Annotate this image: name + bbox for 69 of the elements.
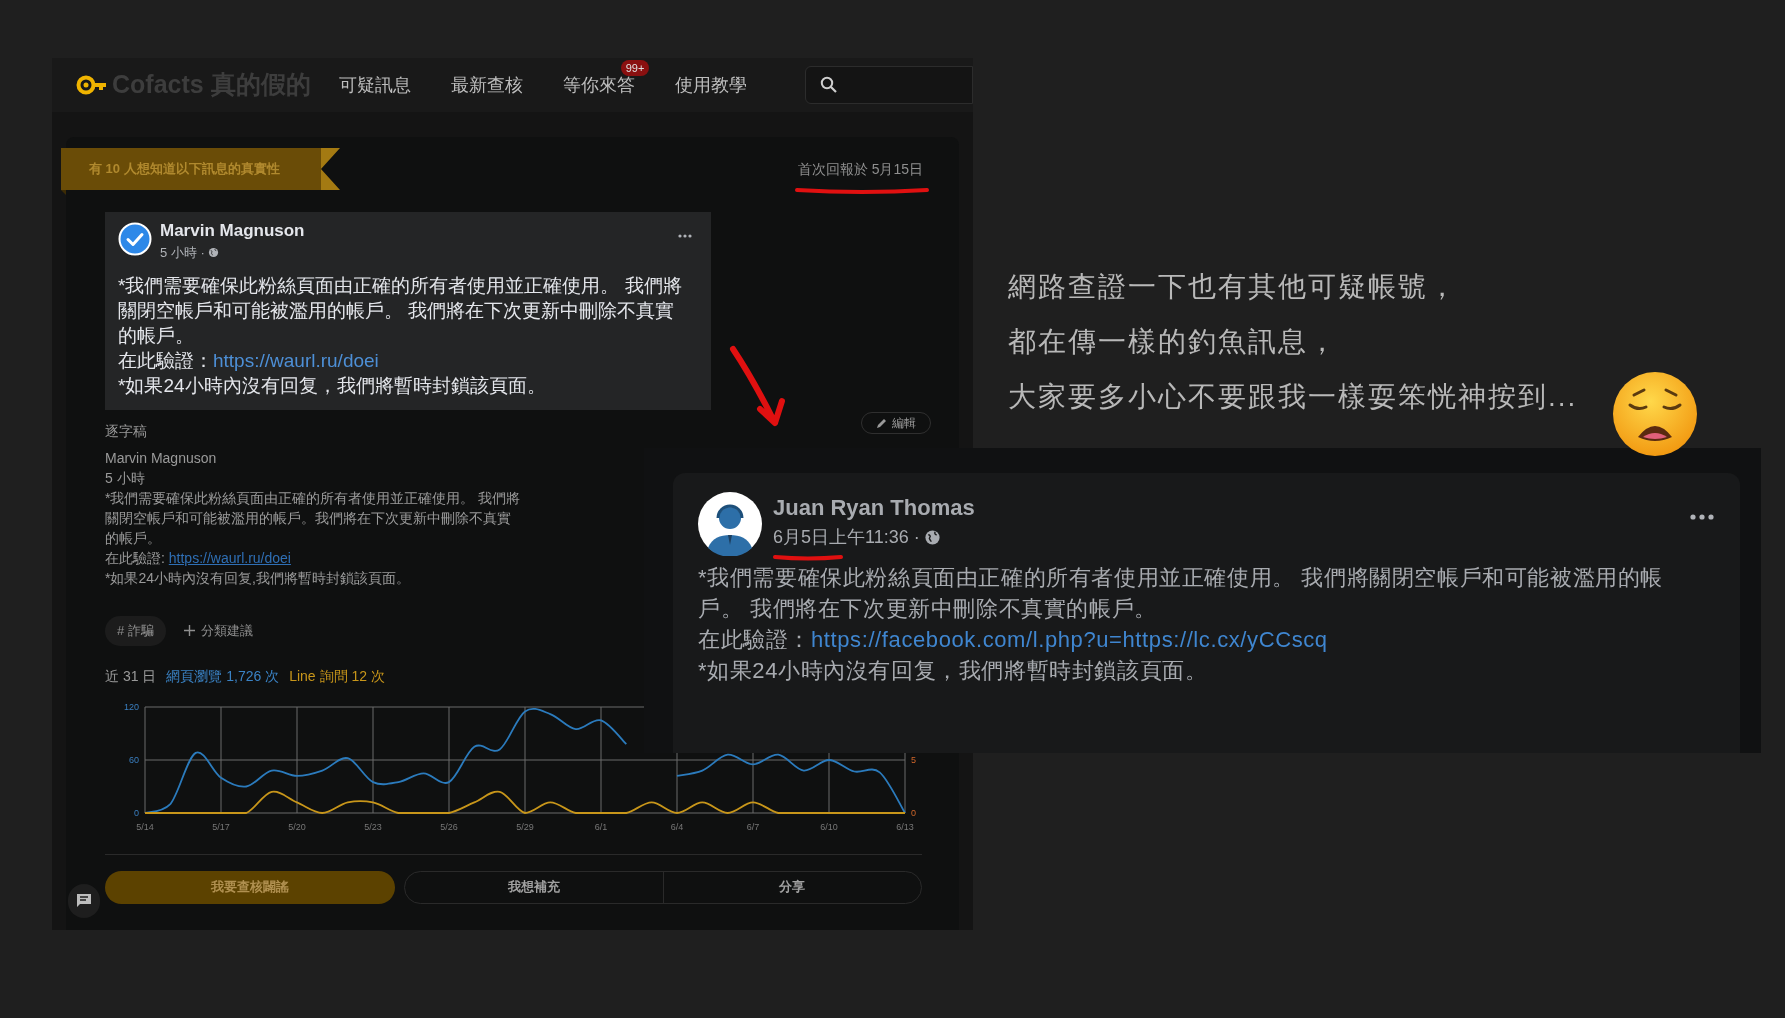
author-name[interactable]: Marvin Magnuson <box>160 220 305 242</box>
chat-icon <box>76 893 92 909</box>
y-axis-tick: 60 <box>129 754 139 765</box>
nav-link[interactable]: 使用教學 <box>674 74 747 95</box>
chat-button[interactable] <box>68 884 100 918</box>
y-axis-tick: 0 <box>134 807 139 818</box>
transcript-author: Marvin Magnuson <box>105 448 218 468</box>
nav-link[interactable]: 等你來答 <box>562 74 635 95</box>
search-icon <box>820 76 838 94</box>
transcript-link[interactable]: https://waurl.ru/doei <box>168 549 291 566</box>
y-axis-tick: 120 <box>123 701 139 712</box>
pencil-icon <box>876 416 888 429</box>
nav-link[interactable]: 可疑訊息 <box>338 74 411 95</box>
x-axis-tick: 6/1 <box>594 821 608 832</box>
underline-mark <box>773 553 843 561</box>
x-axis-tick: 5/14 <box>136 821 154 832</box>
post-time[interactable]: 6月5日上午11:36 · <box>773 524 920 551</box>
x-axis-tick: 5/20 <box>288 821 306 832</box>
weary-face-icon <box>1612 371 1698 457</box>
phishing-link[interactable]: https://facebook.com/l.php?u=https://lc.cx/yCCscq <box>811 627 1328 652</box>
more-options-icon[interactable] <box>1690 514 1714 520</box>
x-axis-tick: 6/7 <box>746 821 760 832</box>
action-button[interactable]: 我想補充 <box>405 871 663 903</box>
globe-icon <box>207 247 219 259</box>
phishing-link[interactable]: https://waurl.ru/doei <box>213 349 379 371</box>
transcript-verify-line: 在此驗證: https://waurl.ru/doei <box>105 548 292 568</box>
key-logo-icon <box>76 74 108 96</box>
plus-icon <box>183 625 195 636</box>
comment-text: 網路查證一下也有其他可疑帳號， <box>1008 270 1459 304</box>
period-label: 近 31 日 <box>105 666 157 686</box>
transcript-label: 逐字稿 <box>105 421 147 441</box>
line-queries-stat: Line 詢問 12 次 <box>289 666 385 686</box>
more-options-icon[interactable] <box>678 234 692 238</box>
author-name[interactable]: Juan Ryan Thomas <box>773 494 975 522</box>
post-footer-text: *如果24小時內沒有回复，我們將暫時封鎖該頁面。 <box>118 373 547 398</box>
x-axis-tick: 5/26 <box>440 821 458 832</box>
person-silhouette-icon <box>698 492 762 556</box>
post-body-text: *我們需要確保此粉絲頁面由正確的所有者使用並正確使用。 我們將關閉空帳戶和可能被濫用的帳戶。 我們將在下次更新中刪除不真實的帳戶。 <box>118 273 683 348</box>
comment-text: 大家要多小心不要跟我一樣耍笨恍神按到... <box>1008 380 1578 414</box>
x-axis-tick: 6/10 <box>820 821 838 832</box>
search-field[interactable] <box>805 66 973 104</box>
x-axis-tick: 6/13 <box>896 821 914 832</box>
action-button[interactable]: 分享 <box>662 871 921 903</box>
ribbon-fold <box>61 190 66 195</box>
globe-icon <box>923 529 941 546</box>
page-views-stat: 網頁瀏覽 1,726 次 <box>166 666 280 686</box>
suggest-category-button[interactable]: 分類建議 <box>183 620 253 641</box>
x-axis-tick: 5/23 <box>364 821 382 832</box>
post-body-text: *我們需要確保此粉絲頁面由正確的所有者使用並正確使用。 我們將關閉空帳戶和可能被濫用的帳戶。 我們將在下次更新中刪除不真實的帳戶。 <box>698 564 1665 623</box>
transcript-body: *我們需要確保此粉絲頁面由正確的所有者使用並正確使用。 我們將關閉空帳戶和可能被濫用的帳戶。我們將在下次更新中刪除不真實的帳戶。 <box>105 488 521 548</box>
x-axis-tick: 5/17 <box>212 821 230 832</box>
interest-ribbon: 有 10 人想知道以下訊息的真實性 <box>61 148 321 190</box>
ribbon-tail <box>321 148 340 190</box>
first-reported-date: 首次回報於 5月15日 <box>797 160 923 179</box>
x-axis-tick: 5/29 <box>516 821 534 832</box>
tag-chip[interactable]: # 詐騙 <box>105 615 166 646</box>
y-axis-tick: 5 <box>911 754 916 765</box>
comment-text: 都在傳一樣的釣魚訊息， <box>1008 325 1339 359</box>
count-badge: 99+ <box>620 59 650 76</box>
x-axis-tick: 6/4 <box>670 821 684 832</box>
verify-line: 在此驗證：https://waurl.ru/doei <box>118 348 380 373</box>
checkmark-badge-icon <box>118 222 152 256</box>
post-time: 5 小時 · <box>160 244 205 262</box>
transcript-time: 5 小時 <box>105 468 146 488</box>
verify-line: 在此驗證：https://facebook.com/l.php?u=https://lc.cx/yCCscq <box>698 626 1329 654</box>
nav-link[interactable]: 最新查核 <box>450 74 523 95</box>
transcript-footer: *如果24小時內沒有回复,我們將暫時封鎖該頁面。 <box>105 567 521 588</box>
post-footer-text: *如果24小時內沒有回复，我們將暫時封鎖該頁面。 <box>698 657 1209 685</box>
y-axis-tick: 0 <box>911 807 916 818</box>
